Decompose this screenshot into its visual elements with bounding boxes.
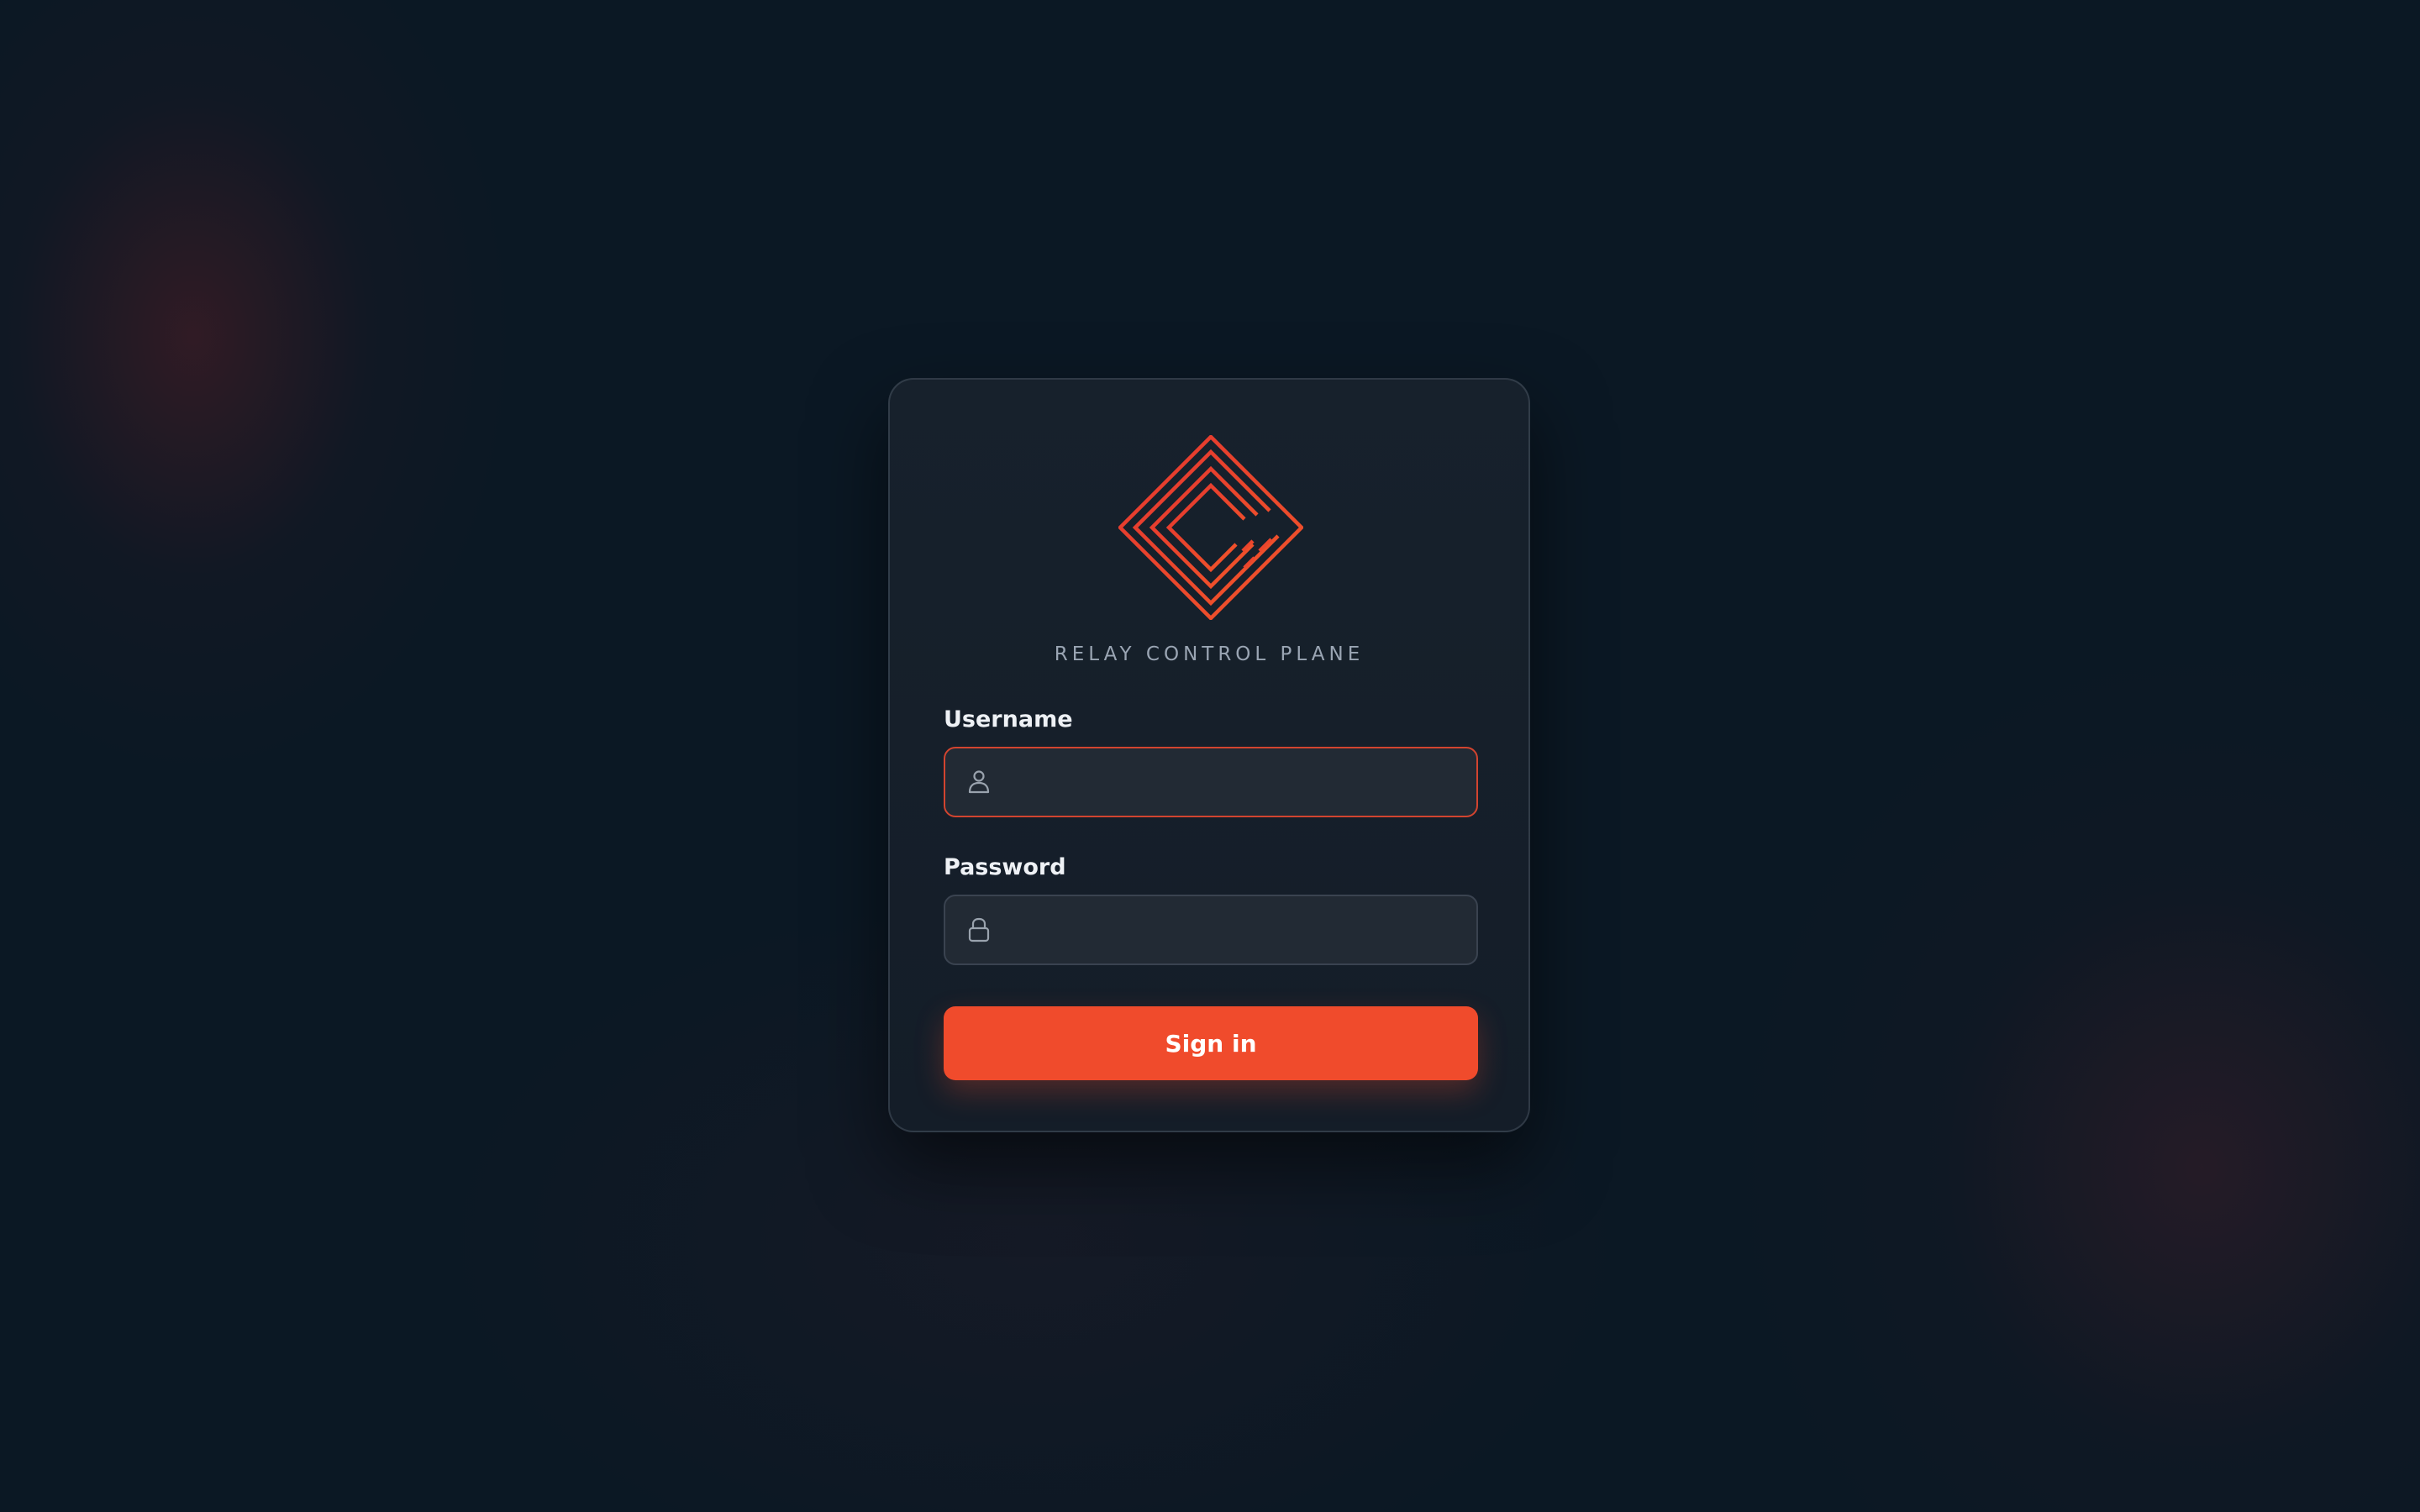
lock-icon bbox=[964, 915, 994, 945]
relay-logo bbox=[1117, 433, 1305, 622]
sign-in-button[interactable]: Sign in bbox=[944, 1006, 1478, 1080]
username-label: Username bbox=[944, 706, 1073, 732]
username-input[interactable] bbox=[1013, 748, 1470, 817]
password-field[interactable] bbox=[944, 895, 1478, 965]
login-card: RELAY CONTROL PLANE Username Password Si… bbox=[888, 378, 1530, 1132]
password-input[interactable] bbox=[1013, 896, 1470, 965]
username-field[interactable] bbox=[944, 747, 1478, 817]
password-label: Password bbox=[944, 854, 1066, 880]
user-icon bbox=[964, 767, 994, 797]
brand-title: RELAY CONTROL PLANE bbox=[1054, 643, 1365, 665]
